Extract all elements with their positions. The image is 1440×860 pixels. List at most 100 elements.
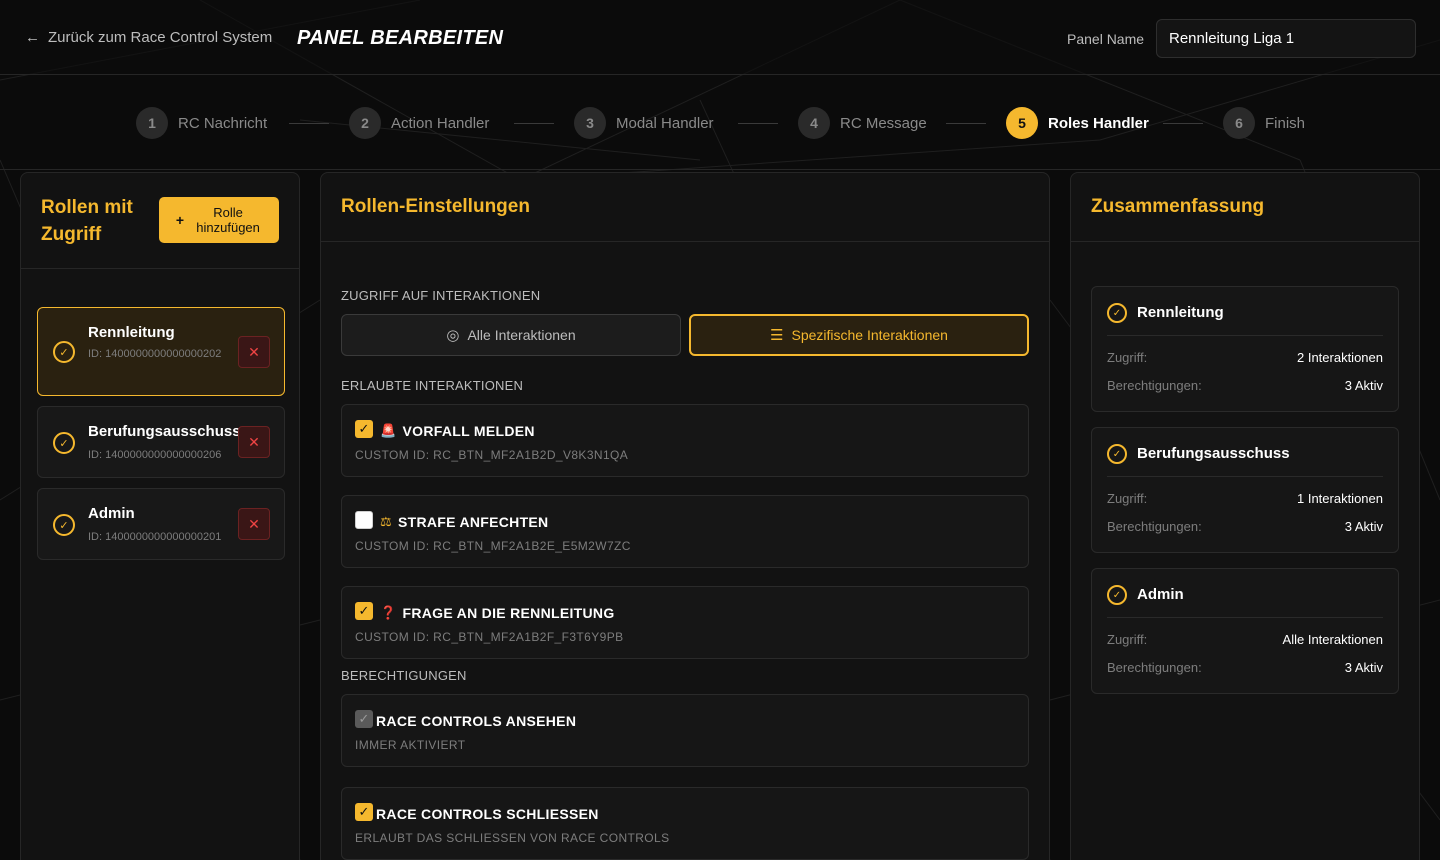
panel-name-label: Panel Name — [1067, 31, 1145, 47]
step-number: 1 — [136, 107, 168, 139]
question-icon: ❓ — [380, 605, 397, 621]
summary-perm-row: Berechtigungen: 3 Aktiv — [1107, 519, 1383, 534]
delete-role-button[interactable]: ✕ — [238, 336, 270, 368]
all-interactions-button[interactable]: ◎ Alle Interaktionen — [341, 314, 681, 356]
siren-icon: 🚨 — [380, 423, 397, 439]
step-label: Finish — [1265, 114, 1306, 132]
step-connector — [289, 123, 329, 124]
step-label: Roles Handler — [1048, 114, 1149, 132]
step-number: 5 — [1006, 107, 1038, 139]
role-settings-title: Rollen-Einstellungen — [341, 196, 530, 217]
specific-interactions-button[interactable]: ☰ Spezifische Interaktionen — [689, 314, 1029, 356]
summary-access-row: Zugriff: Alle Interaktionen — [1107, 632, 1383, 647]
perm-key: Berechtigungen: — [1107, 660, 1202, 675]
step-action-handler[interactable]: 2 Action Handler — [349, 107, 489, 139]
add-role-button[interactable]: + Rolle hinzufügen — [159, 197, 279, 243]
permission-title: RACE CONTROLS SCHLIESSEN — [376, 806, 599, 822]
interaction-title: 🚨 VORFALL MELDEN — [380, 423, 535, 439]
summary-card-berufungsausschuss: ✓ Berufungsausschuss Zugriff: 1 Interakt… — [1091, 427, 1399, 553]
interaction-custom-id: CUSTOM ID: RC_BTN_MF2A1B2D_V8K3N1QA — [355, 448, 629, 462]
check-circle-icon: ◎ — [446, 327, 460, 344]
permission-title: RACE CONTROLS ANSEHEN — [376, 713, 577, 729]
step-finish[interactable]: 6 Finish — [1223, 107, 1305, 139]
step-label: RC Message — [840, 114, 927, 132]
step-number: 4 — [798, 107, 830, 139]
step-rc-nachricht[interactable]: 1 RC Nachricht — [136, 107, 267, 139]
roles-panel-title: Rollen mit Zugriff — [41, 197, 133, 245]
wizard-stepper: 1 RC Nachricht 2 Action Handler 3 Modal … — [0, 76, 1440, 170]
step-number: 6 — [1223, 107, 1255, 139]
permission-checkbox[interactable]: ✓ — [355, 803, 373, 821]
step-number: 3 — [574, 107, 606, 139]
roles-panel-header: Rollen mit Zugriff + Rolle hinzufügen — [21, 173, 299, 269]
role-name: Berufungsausschuss — [88, 423, 241, 440]
check-circle-icon: ✓ — [1107, 444, 1127, 464]
role-card-rennleitung[interactable]: ✓ Rennleitung ID: 1400000000000000202 ✕ — [37, 307, 285, 396]
top-header: ← Zurück zum Race Control System PANEL B… — [0, 0, 1440, 75]
step-label: RC Nachricht — [178, 114, 268, 132]
interaction-title-text: FRAGE AN DIE RENNLEITUNG — [402, 605, 615, 621]
access-key: Zugriff: — [1107, 350, 1148, 365]
panel-name-input[interactable] — [1156, 19, 1416, 58]
interaction-item: ✓ ❓ FRAGE AN DIE RENNLEITUNG CUSTOM ID: … — [341, 586, 1029, 659]
interaction-custom-id: CUSTOM ID: RC_BTN_MF2A1B2F_F3T6Y9PB — [355, 630, 624, 644]
perm-value: 3 Aktiv — [1344, 519, 1383, 534]
step-rc-message[interactable]: 4 RC Message — [798, 107, 927, 139]
all-interactions-label: Alle Interaktionen — [467, 327, 576, 343]
perm-value: 3 Aktiv — [1344, 660, 1383, 675]
access-value: Alle Interaktionen — [1282, 632, 1383, 647]
step-roles-handler[interactable]: 5 Roles Handler — [1006, 107, 1149, 139]
permission-checkbox: ✓ — [355, 710, 373, 728]
back-link[interactable]: ← Zurück zum Race Control System — [25, 29, 272, 46]
access-value: 1 Interaktionen — [1296, 491, 1383, 506]
permission-item: ✓ RACE CONTROLS ANSEHEN IMMER AKTIVIERT — [341, 694, 1029, 767]
close-icon: ✕ — [248, 433, 260, 450]
role-id: ID: 1400000000000000201 — [88, 531, 222, 543]
plus-icon: + — [175, 212, 185, 228]
step-connector — [514, 123, 554, 124]
interaction-custom-id: CUSTOM ID: RC_BTN_MF2A1B2E_E5M2W7ZC — [355, 539, 631, 553]
access-key: Zugriff: — [1107, 632, 1148, 647]
delete-role-button[interactable]: ✕ — [238, 426, 270, 458]
permission-item: ✓ RACE CONTROLS SCHLIESSEN ERLAUBT DAS S… — [341, 787, 1029, 860]
summary-role-name: Rennleitung — [1137, 304, 1224, 321]
divider — [1107, 335, 1383, 336]
page-title: PANEL BEARBEITEN — [297, 27, 504, 49]
permissions-section-label: BERECHTIGUNGEN — [341, 668, 467, 683]
scales-icon: ⚖ — [380, 514, 392, 530]
interaction-title-text: VORFALL MELDEN — [402, 423, 535, 439]
summary-access-row: Zugriff: 1 Interaktionen — [1107, 491, 1383, 506]
interaction-checkbox[interactable]: ✓ — [355, 420, 373, 438]
perm-key: Berechtigungen: — [1107, 519, 1202, 534]
role-card-berufungsausschuss[interactable]: ✓ Berufungsausschuss ID: 140000000000000… — [37, 406, 285, 478]
allowed-section-label: ERLAUBTE INTERAKTIONEN — [341, 378, 524, 393]
step-number: 2 — [349, 107, 381, 139]
perm-value: 3 Aktiv — [1344, 378, 1383, 393]
summary-perm-row: Berechtigungen: 3 Aktiv — [1107, 660, 1383, 675]
role-id: ID: 1400000000000000202 — [88, 348, 222, 360]
interaction-item: ✓ 🚨 VORFALL MELDEN CUSTOM ID: RC_BTN_MF2… — [341, 404, 1029, 477]
summary-card-rennleitung: ✓ Rennleitung Zugriff: 2 Interaktionen B… — [1091, 286, 1399, 412]
interaction-title: ❓ FRAGE AN DIE RENNLEITUNG — [380, 605, 615, 621]
access-key: Zugriff: — [1107, 491, 1148, 506]
check-circle-icon: ✓ — [53, 341, 75, 363]
arrow-left-icon: ← — [25, 29, 40, 46]
interaction-checkbox[interactable] — [355, 511, 373, 529]
interaction-title: ⚖ STRAFE ANFECHTEN — [380, 514, 548, 530]
add-role-label: Rolle hinzufügen — [196, 205, 260, 235]
roles-panel: Rollen mit Zugriff + Rolle hinzufügen ✓ … — [20, 172, 300, 860]
check-circle-icon: ✓ — [1107, 585, 1127, 605]
role-card-admin[interactable]: ✓ Admin ID: 1400000000000000201 ✕ — [37, 488, 285, 560]
list-icon: ☰ — [770, 327, 784, 344]
step-modal-handler[interactable]: 3 Modal Handler — [574, 107, 714, 139]
summary-role-name: Admin — [1137, 586, 1184, 603]
interaction-checkbox[interactable]: ✓ — [355, 602, 373, 620]
step-connector — [946, 123, 986, 124]
delete-role-button[interactable]: ✕ — [238, 508, 270, 540]
summary-panel: Zusammenfassung ✓ Rennleitung Zugriff: 2… — [1070, 172, 1420, 860]
check-circle-icon: ✓ — [1107, 303, 1127, 323]
step-label: Modal Handler — [616, 114, 714, 132]
step-label: Action Handler — [391, 114, 490, 132]
summary-title: Zusammenfassung — [1091, 196, 1265, 217]
check-circle-icon: ✓ — [53, 514, 75, 536]
